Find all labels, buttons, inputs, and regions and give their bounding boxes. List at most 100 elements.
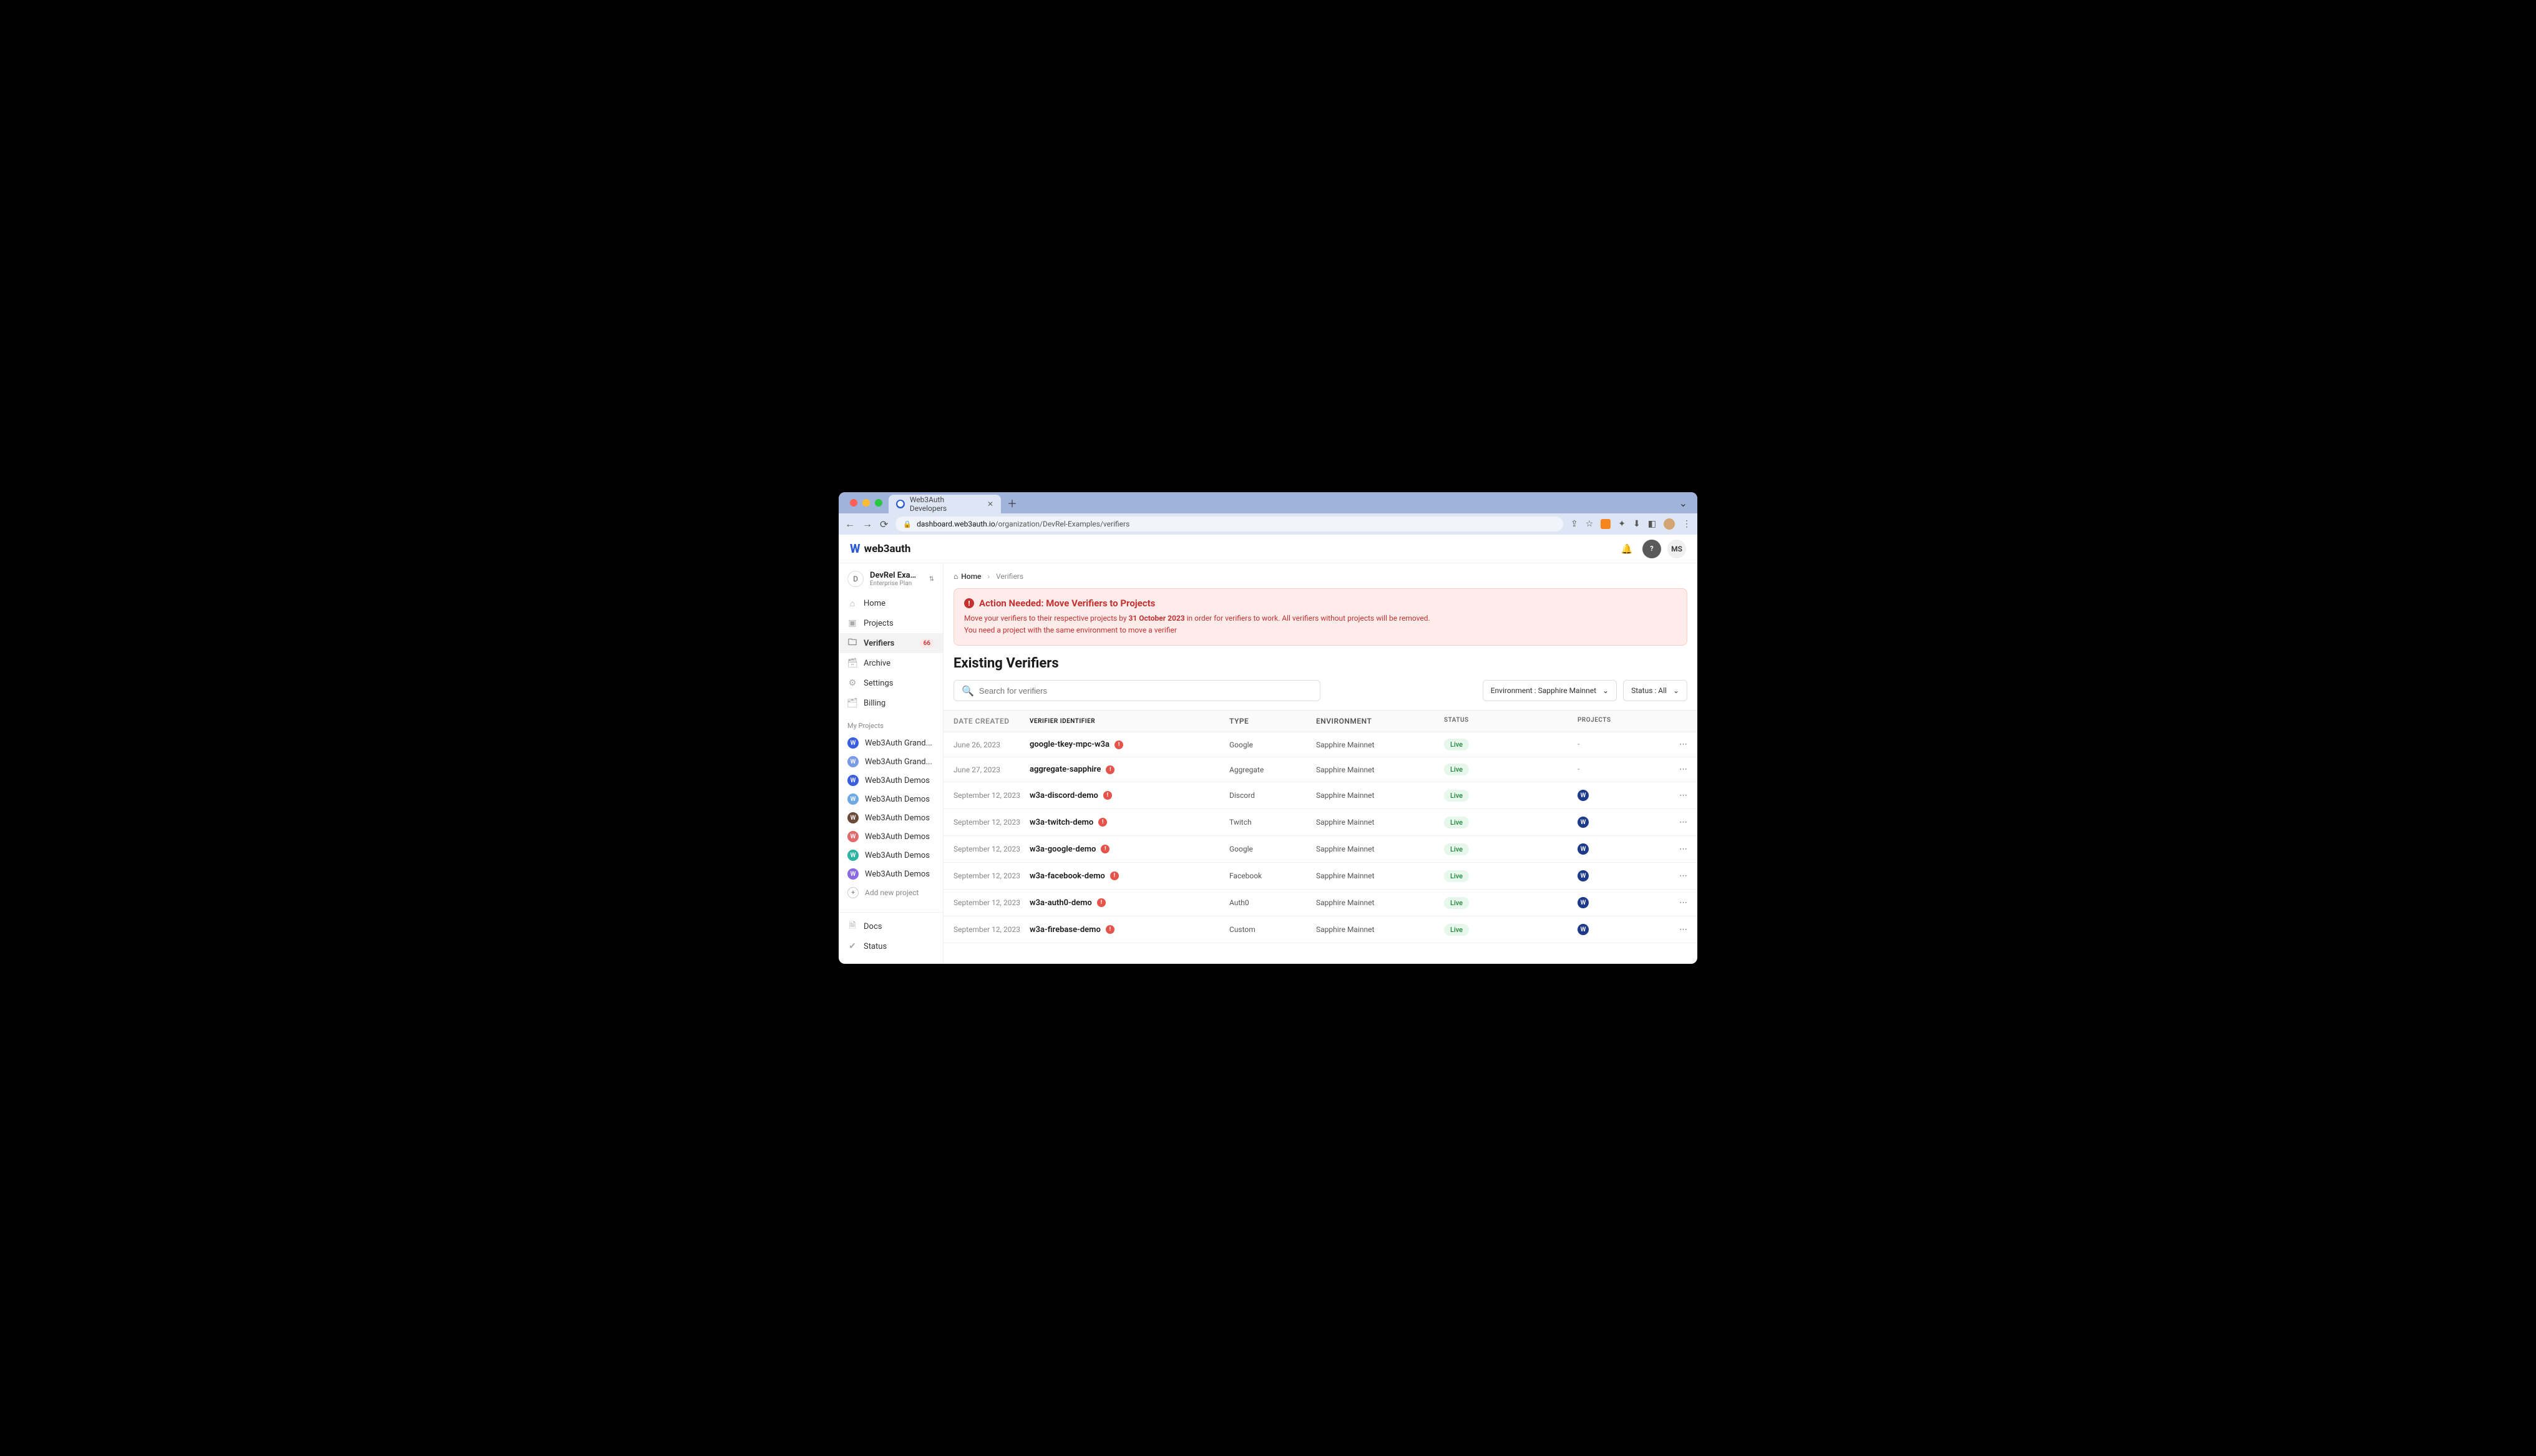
nav-status[interactable]: ✔Status [839, 936, 943, 956]
row-actions-button[interactable]: ⋯ [1662, 898, 1687, 908]
cell-date: September 12, 2023 [953, 898, 1030, 907]
col-id: VERIFIER IDENTIFIER [1030, 717, 1229, 726]
back-button[interactable]: ← [845, 518, 855, 530]
action-needed-alert: ! Action Needed: Move Verifiers to Proje… [953, 588, 1687, 646]
nav-billing[interactable]: 🗂Billing [839, 693, 943, 713]
org-selector[interactable]: D DevRel Exampl... Enterprise Plan ⇅ [839, 571, 943, 593]
table-row: September 12, 2023w3a-discord-demo!Disco… [944, 782, 1697, 809]
reload-button[interactable]: ⟳ [880, 518, 888, 530]
extensions-icon[interactable]: ✦ [1618, 519, 1626, 529]
nav-settings[interactable]: ⚙Settings [839, 673, 943, 693]
tab-close-icon[interactable]: ✕ [987, 500, 993, 508]
cell-date: September 12, 2023 [953, 845, 1030, 853]
help-icon[interactable]: ? [1642, 540, 1661, 558]
row-actions-button[interactable]: ⋯ [1662, 818, 1687, 827]
cell-type: Google [1229, 845, 1316, 853]
tabs-dropdown-icon[interactable]: ⌄ [1674, 497, 1692, 509]
logo[interactable]: W web3auth [850, 541, 910, 556]
alert-text: You need a project with the same environ… [964, 626, 1177, 634]
search-icon: 🔍 [962, 685, 974, 697]
window-controls [844, 499, 889, 507]
filter-environment[interactable]: Environment : Sapphire Mainnet⌄ [1483, 680, 1617, 701]
address-bar: ← → ⟳ 🔒 dashboard.web3auth.io/organizati… [839, 513, 1697, 535]
new-tab-button[interactable]: ＋ [1006, 497, 1018, 509]
header-actions: 🔔 ? MS [1617, 540, 1686, 558]
project-name: Web3Auth Demos [865, 851, 930, 860]
notifications-icon[interactable]: 🔔 [1617, 540, 1636, 558]
project-avatar-icon: W [847, 775, 859, 786]
alert-icon: ! [964, 598, 974, 608]
page-title: Existing Verifiers [944, 656, 1697, 680]
nav-archive[interactable]: 🗃Archive [839, 653, 943, 673]
filter-label: Status : All [1631, 686, 1667, 695]
filter-status[interactable]: Status : All ⌄ [1623, 680, 1687, 701]
search-input[interactable]: 🔍 [953, 680, 1320, 701]
sidebar-project-item[interactable]: WWeb3Auth Demos [839, 771, 943, 790]
table-row: September 12, 2023w3a-firebase-demo!Cust… [944, 916, 1697, 943]
search-field[interactable] [979, 686, 1312, 696]
forward-button[interactable]: → [862, 518, 872, 530]
sidebar-project-item[interactable]: WWeb3Auth Grand... [839, 734, 943, 752]
url-input[interactable]: 🔒 dashboard.web3auth.io/organization/Dev… [895, 517, 1563, 531]
project-name: Web3Auth Grand... [865, 739, 932, 748]
row-actions-button[interactable]: ⋯ [1662, 791, 1687, 800]
nav-label: Docs [864, 922, 882, 931]
cell-projects: W [1578, 870, 1662, 881]
share-icon[interactable]: ⇪ [1571, 519, 1578, 529]
download-icon[interactable]: ⬇ [1633, 519, 1641, 529]
nav-home[interactable]: ⌂Home [839, 593, 943, 613]
add-project-button[interactable]: +Add new project [839, 883, 943, 902]
metamask-extension-icon[interactable] [1601, 519, 1611, 529]
nav-verifiers[interactable]: 🗀Verifiers66 [839, 633, 943, 653]
status-badge: Live [1444, 790, 1469, 802]
sidebar-project-item[interactable]: WWeb3Auth Demos [839, 865, 943, 883]
breadcrumb-home[interactable]: ⌂Home [953, 572, 981, 581]
cell-status: Live [1444, 845, 1578, 854]
alert-body: Move your verifiers to their respective … [964, 613, 1677, 636]
filters: Environment : Sapphire Mainnet⌄ Status :… [1483, 680, 1687, 701]
cell-environment: Sapphire Mainnet [1316, 898, 1444, 907]
browser-tab[interactable]: ⬤ Web3Auth Developers ✕ [889, 495, 1001, 513]
col-status: STATUS [1444, 717, 1578, 726]
warning-icon: ! [1114, 740, 1123, 749]
warning-icon: ! [1110, 871, 1119, 880]
cell-identifier: w3a-discord-demo! [1030, 791, 1229, 800]
row-actions-button[interactable]: ⋯ [1662, 740, 1687, 749]
home-icon: ⌂ [847, 598, 857, 609]
row-actions-button[interactable]: ⋯ [1662, 925, 1687, 934]
cell-identifier: w3a-facebook-demo! [1030, 871, 1229, 881]
row-actions-button[interactable]: ⋯ [1662, 871, 1687, 881]
nav-projects[interactable]: ▣Projects [839, 613, 943, 633]
sidebar-project-item[interactable]: WWeb3Auth Demos [839, 827, 943, 846]
cell-environment: Sapphire Mainnet [1316, 765, 1444, 774]
menu-icon[interactable]: ⋮ [1682, 519, 1691, 529]
browser-window: ⬤ Web3Auth Developers ✕ ＋ ⌄ ← → ⟳ 🔒 dash… [839, 492, 1697, 964]
projects-list: WWeb3Auth Grand...WWeb3Auth Grand...WWeb… [839, 734, 943, 883]
nav-docs[interactable]: 🗎Docs [839, 916, 943, 936]
logo-mark-icon: W [850, 541, 861, 556]
org-name: DevRel Exampl... [870, 571, 923, 580]
cell-identifier: w3a-twitch-demo! [1030, 818, 1229, 827]
cell-identifier: w3a-google-demo! [1030, 845, 1229, 854]
chevron-updown-icon: ⇅ [929, 576, 934, 583]
main-nav: ⌂Home ▣Projects 🗀Verifiers66 🗃Archive ⚙S… [839, 593, 943, 713]
bookmark-icon[interactable]: ☆ [1586, 519, 1594, 529]
my-projects-label: My Projects [839, 713, 943, 734]
main-content: ⌂Home › Verifiers ! Action Needed: Move … [944, 563, 1697, 964]
user-avatar[interactable]: MS [1667, 540, 1686, 558]
sidebar-project-item[interactable]: WWeb3Auth Demos [839, 790, 943, 808]
sidebar-project-item[interactable]: WWeb3Auth Grand... [839, 752, 943, 771]
cell-date: September 12, 2023 [953, 791, 1030, 800]
chevron-down-icon: ⌄ [1673, 686, 1679, 695]
maximize-window-button[interactable] [875, 499, 882, 507]
minimize-window-button[interactable] [862, 499, 870, 507]
sidebar-project-item[interactable]: WWeb3Auth Demos [839, 808, 943, 827]
row-actions-button[interactable]: ⋯ [1662, 845, 1687, 854]
panel-icon[interactable]: ◧ [1648, 519, 1656, 529]
row-actions-button[interactable]: ⋯ [1662, 765, 1687, 774]
table-body: June 26, 2023google-tkey-mpc-w3a!GoogleS… [944, 732, 1697, 943]
sidebar-project-item[interactable]: WWeb3Auth Demos [839, 846, 943, 865]
profile-avatar-icon[interactable] [1664, 518, 1675, 530]
project-avatar-icon: W [847, 756, 859, 767]
close-window-button[interactable] [850, 499, 857, 507]
